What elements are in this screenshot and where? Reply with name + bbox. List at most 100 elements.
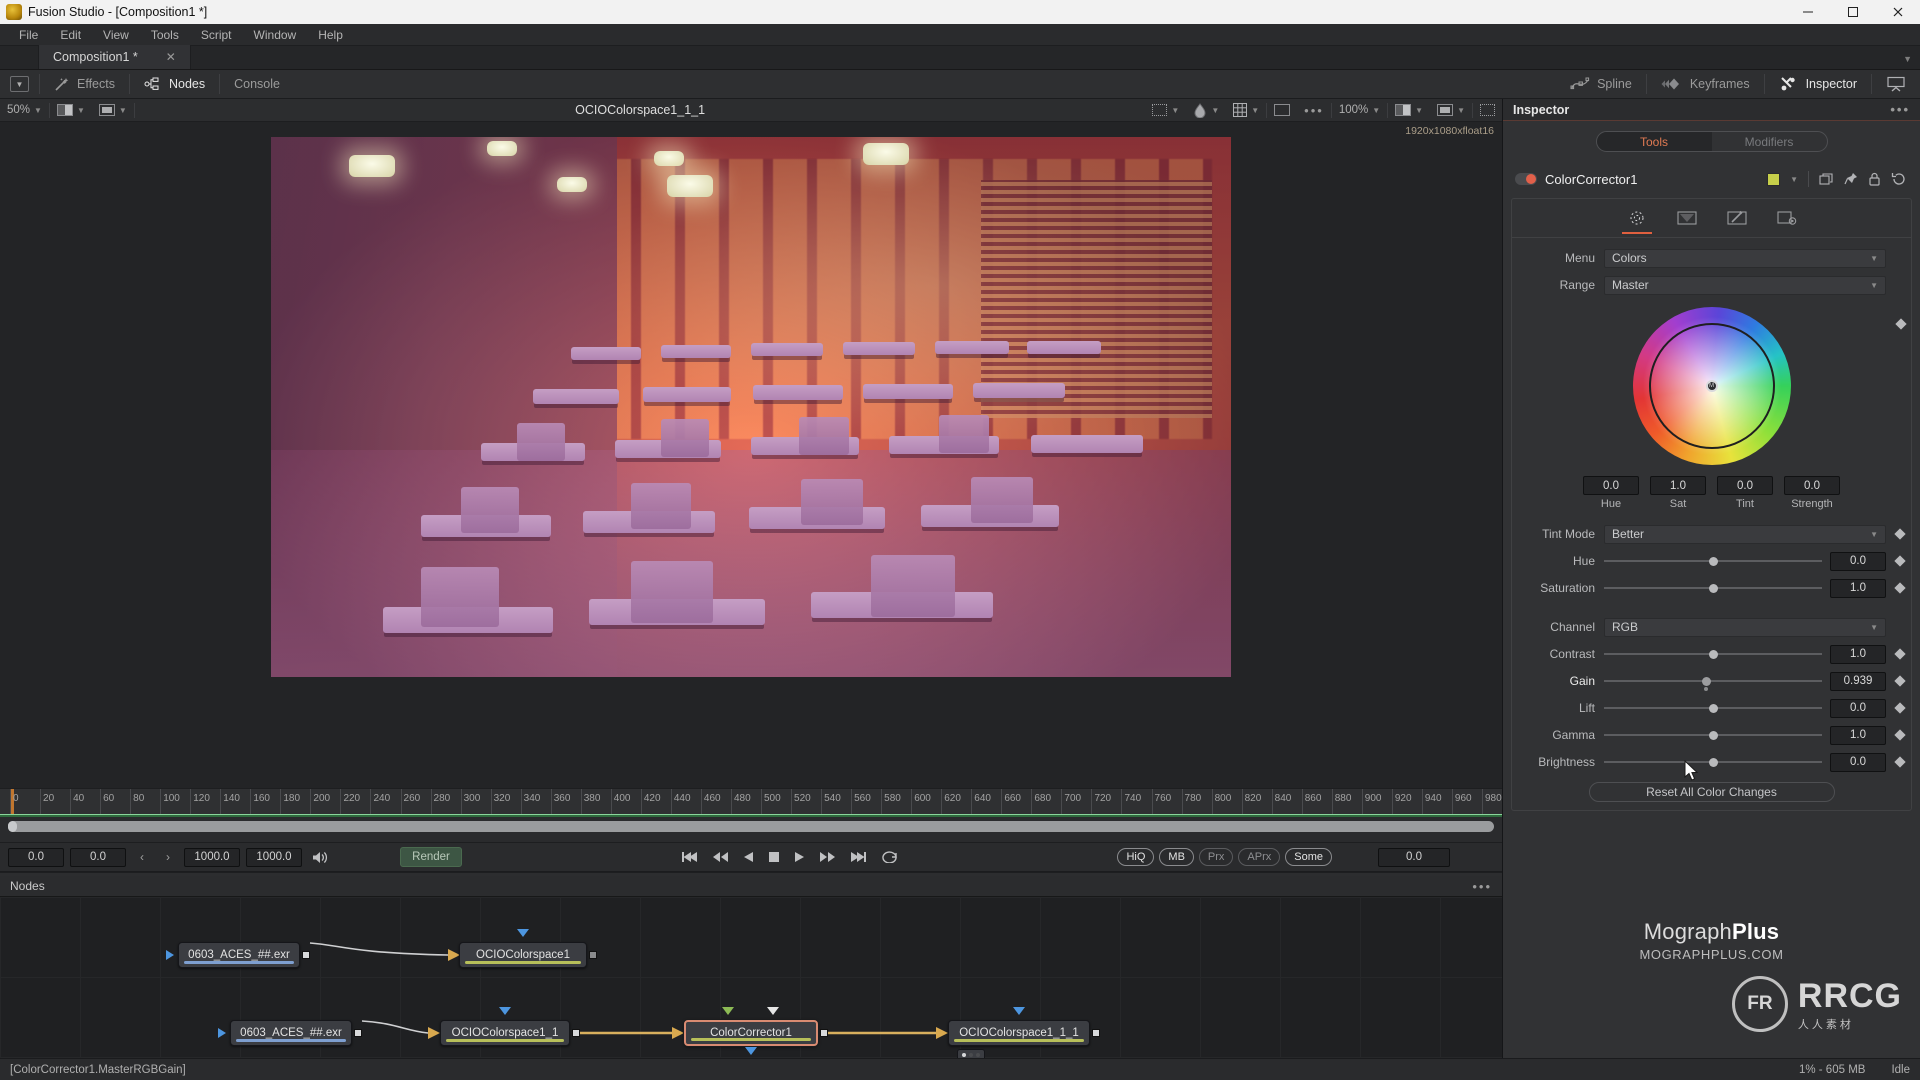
node-output-port[interactable] — [589, 951, 597, 959]
audio-icon[interactable] — [308, 850, 332, 865]
close-button[interactable] — [1875, 0, 1920, 24]
node-output-port[interactable] — [572, 1029, 580, 1037]
pin-icon[interactable] — [1844, 172, 1858, 186]
node-enable-toggle[interactable] — [1515, 173, 1537, 185]
viewer-grid-button[interactable]: ▼ — [1226, 99, 1266, 122]
mask-icon[interactable] — [1724, 207, 1750, 229]
node-viewer-marker-icon[interactable] — [1013, 1007, 1025, 1015]
menu-file[interactable]: File — [8, 24, 49, 46]
node-ociocolorspace1-1[interactable]: OCIOColorspace1_1 — [440, 1020, 570, 1046]
mb-toggle[interactable]: MB — [1159, 848, 1194, 866]
lock-icon[interactable] — [1868, 172, 1881, 186]
reset-history-icon[interactable] — [1891, 172, 1906, 186]
toolbar-console-button[interactable]: Console — [220, 70, 294, 99]
node-output-port[interactable] — [1092, 1029, 1100, 1037]
node-effect-mask-marker-icon[interactable] — [767, 1007, 779, 1015]
range-dropdown[interactable]: Master ▼ — [1604, 275, 1886, 295]
brightness-slider[interactable] — [1604, 753, 1822, 771]
lift-slider-value[interactable]: 0.0 — [1830, 698, 1886, 718]
gain-slider-value[interactable]: 0.939 — [1830, 671, 1886, 691]
close-icon[interactable]: ✕ — [166, 50, 176, 64]
render-button[interactable]: Render — [400, 847, 462, 867]
ranges-icon[interactable] — [1674, 207, 1700, 229]
strength-value-field[interactable]: 0.0 — [1784, 476, 1840, 495]
hue-slider-value[interactable]: 0.0 — [1830, 551, 1886, 571]
color-corrector-icon[interactable] — [1621, 207, 1652, 234]
menu-window[interactable]: Window — [243, 24, 308, 46]
tab-tools[interactable]: Tools — [1596, 132, 1712, 151]
menu-script[interactable]: Script — [190, 24, 243, 46]
node-loader-2[interactable]: 0603_ACES_##.exr — [230, 1020, 352, 1046]
render-in-field[interactable]: 0.0 — [70, 847, 126, 867]
hiq-toggle[interactable]: HiQ — [1117, 848, 1155, 866]
inspector-menu-icon[interactable]: ••• — [1890, 102, 1910, 117]
timeline-scrollbar[interactable] — [8, 821, 1494, 832]
prx-toggle[interactable]: Prx — [1198, 848, 1234, 866]
keyframe-diamond[interactable] — [1894, 702, 1906, 714]
viewer2-subview-button[interactable]: ▼ — [1430, 99, 1472, 122]
step-forward-button[interactable]: › — [158, 850, 178, 864]
node-ociocolorspace1-1-1[interactable]: OCIOColorspace1_1_1 — [948, 1020, 1090, 1046]
gamma-slider[interactable] — [1604, 726, 1822, 744]
viewer-roi-button[interactable]: ▼ — [1145, 99, 1186, 122]
copy-icon[interactable] — [1819, 172, 1834, 186]
contrast-slider-value[interactable]: 1.0 — [1830, 644, 1886, 664]
nodes-panel-menu-icon[interactable]: ••• — [1472, 879, 1492, 894]
color-wheel-keyframe-diamond[interactable] — [1895, 318, 1907, 330]
node-viewer-marker-icon[interactable] — [745, 1047, 757, 1055]
hue-slider[interactable] — [1604, 552, 1822, 570]
step-back-button[interactable]: ‹ — [132, 850, 152, 864]
rewind-button[interactable] — [712, 851, 729, 863]
jump-to-start-button[interactable] — [681, 851, 698, 863]
play-button[interactable] — [794, 851, 805, 863]
render-end-field[interactable]: 1000.0 — [246, 847, 302, 867]
jump-to-end-button[interactable] — [850, 851, 867, 863]
node-viewer-marker-icon[interactable] — [499, 1007, 511, 1015]
lift-slider[interactable] — [1604, 699, 1822, 717]
node-output-port[interactable] — [820, 1029, 828, 1037]
color-wheel[interactable]: M — [1632, 307, 1791, 465]
chevron-down-icon[interactable]: ▼ — [1903, 54, 1912, 64]
keyframe-diamond[interactable] — [1894, 756, 1906, 768]
toolbar-keyframes-button[interactable]: Keyframes — [1647, 70, 1764, 99]
node-output-port[interactable] — [354, 1029, 362, 1037]
minimize-button[interactable] — [1785, 0, 1830, 24]
menu-tools[interactable]: Tools — [140, 24, 190, 46]
saturation-slider-value[interactable]: 1.0 — [1830, 578, 1886, 598]
tint-mode-dropdown[interactable]: Better ▼ — [1604, 524, 1886, 544]
menu-view[interactable]: View — [92, 24, 140, 46]
viewer-subview-button[interactable]: ▼ — [92, 99, 134, 122]
keyframe-diamond[interactable] — [1894, 555, 1906, 567]
node-output-port[interactable] — [302, 951, 310, 959]
tab-modifiers[interactable]: Modifiers — [1712, 132, 1827, 151]
timeline-ruler[interactable]: 0 20 40 60 80 100 120 140 160 180 200 220 240 260 280 3… — [0, 788, 1502, 814]
viewer-zoom-left[interactable]: 50% ▼ — [0, 99, 49, 122]
toolbar-nodes-button[interactable]: Nodes — [130, 70, 219, 99]
viewer-colorspace-button[interactable]: ▼ — [1186, 99, 1226, 122]
stop-button[interactable] — [768, 851, 780, 863]
contrast-slider[interactable] — [1604, 645, 1822, 663]
tint-value-field[interactable]: 0.0 — [1717, 476, 1773, 495]
layout-dropdown-button[interactable]: ▼ — [10, 76, 29, 92]
loop-button[interactable] — [881, 851, 898, 863]
fast-forward-button[interactable] — [819, 851, 836, 863]
node-ociocolorspace1[interactable]: OCIOColorspace1 — [459, 942, 587, 968]
toolbar-collapse-button[interactable] — [1872, 70, 1920, 99]
keyframe-diamond[interactable] — [1894, 729, 1906, 741]
render-out-field[interactable]: 1000.0 — [184, 847, 240, 867]
hue-value-field[interactable]: 0.0 — [1583, 476, 1639, 495]
channel-dropdown[interactable]: RGB ▼ — [1604, 617, 1886, 637]
gain-slider[interactable] — [1604, 672, 1822, 691]
settings-icon[interactable] — [1774, 207, 1800, 229]
gamma-slider-value[interactable]: 1.0 — [1830, 725, 1886, 745]
keyframe-diamond[interactable] — [1894, 675, 1906, 687]
menu-edit[interactable]: Edit — [49, 24, 92, 46]
keyframe-diamond[interactable] — [1894, 582, 1906, 594]
toolbar-effects-button[interactable]: Effects — [40, 70, 129, 99]
viewer-canvas[interactable]: 1920x1080xfloat16 — [0, 122, 1502, 788]
node-loader-1[interactable]: 0603_ACES_##.exr — [178, 942, 300, 968]
node-viewer-marker-icon[interactable] — [517, 929, 529, 937]
viewer2-split-button[interactable]: ▼ — [1388, 99, 1430, 122]
current-time-field[interactable]: 0.0 — [1378, 847, 1451, 867]
toolbar-inspector-button[interactable]: Inspector — [1765, 70, 1871, 99]
